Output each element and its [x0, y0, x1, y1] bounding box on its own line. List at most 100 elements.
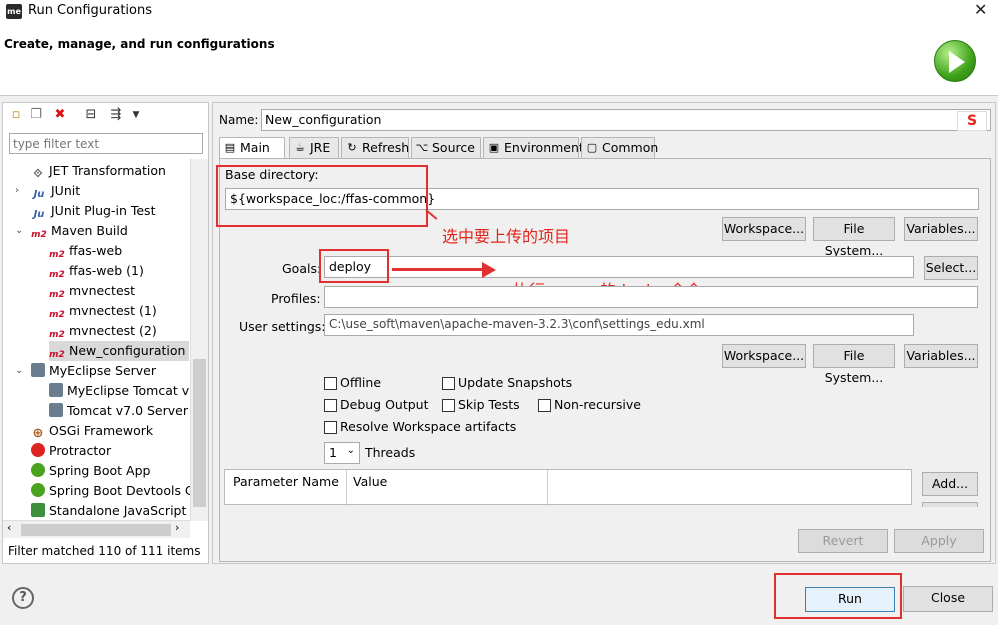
revert-button[interactable]: Revert	[798, 529, 888, 553]
add-parameter-button[interactable]: Add...	[922, 472, 978, 496]
tree-item[interactable]: m2 ffas-web (1)	[49, 261, 148, 281]
new-config-icon[interactable]: ▫	[8, 107, 24, 123]
resolve-workspace-checkbox[interactable]	[324, 421, 337, 434]
tree-item[interactable]: ⟐ JET Transformation	[31, 161, 170, 181]
js-icon	[31, 503, 45, 517]
tree-item-label: mvnectest (1)	[69, 303, 157, 318]
workspace-button[interactable]: Workspace...	[722, 217, 806, 241]
tree-item[interactable]: ⌄ MyEclipse Server	[15, 361, 160, 381]
tree-horizontal-scrollbar[interactable]: ‹ ›	[3, 520, 190, 538]
expand-right-icon[interactable]: ›	[15, 181, 19, 201]
debug-output-checkbox[interactable]	[324, 399, 337, 412]
tree-item-label: mvnectest (2)	[69, 323, 157, 338]
filter-icon[interactable]: ⇶	[108, 107, 124, 123]
variables-button-2[interactable]: Variables...	[904, 344, 978, 368]
offline-label: Offline	[340, 375, 382, 390]
m2-icon: m2	[49, 250, 65, 260]
base-directory-highlight	[216, 165, 428, 227]
tab-common[interactable]: ▢ Common	[581, 137, 659, 159]
profiles-field[interactable]	[324, 286, 978, 308]
select-goals-button[interactable]: Select...	[924, 256, 978, 280]
jet-icon: ⟐	[33, 167, 43, 180]
debug-output-label: Debug Output	[340, 397, 429, 412]
protractor-icon	[31, 443, 45, 457]
dialog-header-title: Create, manage, and run configurations	[4, 37, 275, 51]
expand-down-icon[interactable]: ⌄	[15, 221, 23, 241]
tree-item[interactable]: Protractor	[31, 441, 115, 461]
tree-item[interactable]: Tomcat v7.0 Server a	[49, 401, 191, 421]
tab-refresh[interactable]: ↻ Refresh	[341, 137, 409, 159]
tree-item-label: JUnit	[51, 183, 81, 198]
user-settings-field[interactable]: C:\use_soft\maven\apache-maven-3.2.3\con…	[324, 314, 914, 336]
tree-item[interactable]: m2 ffas-web	[49, 241, 126, 261]
resolve-workspace-label: Resolve Workspace artifacts	[340, 419, 517, 434]
skip-tests-checkbox[interactable]	[442, 399, 455, 412]
file-system-button-2[interactable]: File System...	[813, 344, 895, 385]
tab-label: Common	[602, 140, 659, 155]
tree-item-label: mvnectest	[69, 283, 136, 298]
tree-item[interactable]: › Ju JUnit	[15, 181, 84, 201]
collapse-all-icon[interactable]: ⊟	[83, 107, 99, 123]
non-recursive-checkbox[interactable]	[538, 399, 551, 412]
configuration-editor: Name: New_configuration S ▤ Main ☕ JRE ↻ Refr…	[212, 102, 996, 564]
server-icon	[49, 383, 63, 397]
file-system-button[interactable]: File System...	[813, 217, 895, 258]
junit-icon: Ju	[33, 189, 45, 200]
goals-field[interactable]: deploy	[324, 256, 914, 278]
window-close-icon[interactable]: ✕	[974, 0, 987, 19]
tree-item[interactable]: m2 mvnectest	[49, 281, 139, 301]
profiles-label: Profiles:	[271, 291, 321, 306]
tree-item-label: Protractor	[49, 443, 112, 458]
filter-input[interactable]	[9, 133, 203, 154]
variables-button[interactable]: Variables...	[904, 217, 978, 241]
tree-item[interactable]: Ju JUnit Plug-in Test	[31, 201, 159, 221]
tab-environment[interactable]: ▣ Environment	[483, 137, 584, 159]
tree-item[interactable]: ⌄ m2 Maven Build	[15, 221, 132, 241]
help-icon[interactable]: ?	[12, 587, 34, 609]
threads-select[interactable]: 1 ⌄	[324, 442, 360, 464]
server-icon	[31, 363, 45, 377]
tree-item-label: OSGi Framework	[49, 423, 154, 438]
tab-source[interactable]: ⌥ Source	[411, 137, 481, 159]
jre-icon: ☕	[295, 141, 305, 154]
m2-icon: m2	[49, 350, 65, 360]
tab-main[interactable]: ▤ Main	[219, 137, 285, 160]
apply-button[interactable]: Apply	[894, 529, 984, 553]
tree-item[interactable]: Spring Boot App	[31, 461, 154, 481]
annotation-arrow	[392, 268, 484, 271]
tree-item[interactable]: m2 mvnectest (1)	[49, 301, 161, 321]
tree-item[interactable]: Standalone JavaScript A	[31, 501, 191, 521]
tab-label: Refresh	[362, 140, 410, 155]
workspace-button-2[interactable]: Workspace...	[722, 344, 806, 368]
tree-item-label: Spring Boot Devtools C	[49, 483, 191, 498]
non-recursive-label: Non-recursive	[554, 397, 641, 412]
run-button[interactable]: Run	[805, 587, 895, 612]
expand-down-icon[interactable]: ⌄	[15, 361, 23, 381]
name-field[interactable]: New_configuration	[261, 109, 991, 131]
close-button[interactable]: Close	[903, 586, 993, 612]
common-icon: ▢	[586, 141, 598, 154]
delete-icon[interactable]: ✖	[52, 107, 68, 123]
tree-item[interactable]: Spring Boot Devtools C	[31, 481, 191, 501]
update-snapshots-checkbox[interactable]	[442, 377, 455, 390]
m2-icon: m2	[31, 230, 47, 240]
duplicate-icon[interactable]: ❐	[28, 107, 44, 123]
dropdown-icon[interactable]: ▼	[128, 107, 144, 123]
parameter-table[interactable]: Parameter Name Value	[224, 469, 912, 506]
offline-checkbox[interactable]	[324, 377, 337, 390]
tree-item[interactable]: MyEclipse Tomcat v	[49, 381, 191, 401]
tree-item[interactable]: ⊕ OSGi Framework	[31, 421, 157, 441]
configuration-type-panel: ▫ ❐ ✖ ⊟ ⇶ ▼ ⟐ JET Transformation › Ju JUnit J…	[2, 102, 209, 564]
m2-icon: m2	[49, 330, 65, 340]
tree-item[interactable]: m2 mvnectest (2)	[49, 321, 161, 341]
spring-icon	[31, 463, 45, 477]
tree-item[interactable]: m2 New_configuration	[49, 341, 190, 361]
tree-item-label: JET Transformation	[49, 163, 166, 178]
spring-icon	[31, 483, 45, 497]
goals-label: Goals:	[282, 261, 322, 276]
tab-jre[interactable]: ☕ JRE	[289, 137, 339, 159]
tree-vertical-scrollbar[interactable]	[190, 159, 208, 521]
tab-label: Source	[432, 140, 475, 155]
update-snapshots-label: Update Snapshots	[458, 375, 573, 390]
run-launch-icon	[934, 40, 976, 82]
